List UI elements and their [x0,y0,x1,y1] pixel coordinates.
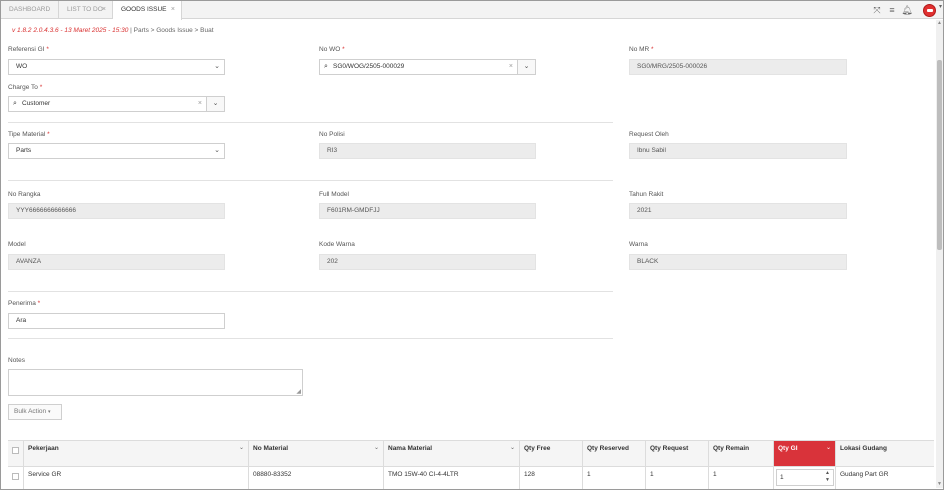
chevron-down-icon: ⌄ [214,147,220,154]
cell-qty-free: 128 [520,467,583,489]
stepper-icon[interactable]: ▲ ▼ [825,470,830,484]
close-icon[interactable]: × [198,97,202,111]
column-header-lokasi-gudang[interactable]: Lokasi Gudang [836,441,934,467]
model-field: AVANZA [8,254,225,270]
notes-textarea[interactable]: ◢ [8,369,303,396]
menu-icon[interactable]: ≡ [886,2,898,18]
divider [8,338,613,339]
breadcrumb: v 1.8.2 2.0.4.3.6 - 13 Maret 2025 - 15:3… [12,27,214,34]
charge-to-dropdown-button[interactable]: ⌄ [206,96,225,112]
search-icon: ⌕ [13,100,17,107]
tipe-material-select[interactable]: Parts ⌄ [8,143,225,159]
full-model-label: Full Model [319,191,349,198]
close-icon[interactable]: × [509,60,513,74]
no-rangka-field: YYY6666666666666 [8,203,225,219]
cell-qty-reserved: 1 [583,467,646,489]
cell-nama-material: TMO 15W-40 CI-4-4LTR [384,467,520,489]
vertical-scrollbar[interactable]: ▲ ▼ [936,20,943,488]
row-select-cell[interactable] [8,467,24,489]
kode-warna-field: 202 [319,254,536,270]
divider [8,122,613,123]
cell-qty-remain: 1 [709,467,774,489]
chevron-down-icon[interactable]: ⌄ [510,444,515,451]
no-rangka-label: No Rangka [8,191,41,198]
tab-dashboard[interactable]: DASHBOARD [1,1,59,19]
model-label: Model [8,241,26,248]
cell-no-material: 08880-83352 [249,467,384,489]
no-wo-label: No WO * [319,46,345,53]
request-oleh-field: Ibnu Sabil [629,143,847,159]
close-icon[interactable]: × [102,1,106,19]
charge-to-label: Charge To * [8,84,43,91]
full-model-field: F601RM-GMDFJJ [319,203,536,219]
column-header-pekerjaan[interactable]: Pekerjaan ⌄ [24,441,249,467]
checkbox[interactable] [12,473,19,480]
column-header-qty-request[interactable]: Qty Request [646,441,709,467]
no-mr-field: SG0/MRG/2505-000026 [629,59,847,75]
charge-to-select[interactable]: ⌕ Customer × [8,96,207,112]
chevron-down-icon: ⌄ [212,100,219,107]
breadcrumb-path: | Parts > Goods Issue > Buat [130,27,214,34]
select-all-header[interactable] [8,441,24,467]
chevron-down-icon[interactable]: ▾ [939,3,942,10]
chevron-down-icon[interactable]: ⌄ [239,444,244,451]
qty-gi-input[interactable]: 1 ▲ ▼ [776,469,834,486]
chevron-down-icon: ⌄ [214,63,220,70]
scroll-up-icon[interactable]: ▲ [936,20,943,27]
cell-pekerjaan: Service GR [24,467,249,489]
tahun-rakit-label: Tahun Rakit [629,191,664,198]
user-avatar-icon[interactable] [923,4,936,17]
tab-dashboard-label: DASHBOARD [9,6,51,13]
chevron-down-icon: ⌄ [523,63,530,70]
request-oleh-label: Request Oleh [629,131,669,138]
tab-goods-issue[interactable]: GOODS ISSUE × [113,1,182,20]
scrollbar-thumb[interactable] [937,60,942,250]
tab-list-to-do-label: LIST TO DO [67,6,103,13]
penerima-input[interactable]: Ara [8,313,225,329]
no-polisi-field: RI3 [319,143,536,159]
chevron-down-icon[interactable]: ⌄ [826,444,831,451]
resize-grip-icon[interactable]: ◢ [296,388,301,395]
no-mr-label: No MR * [629,46,654,53]
close-icon[interactable]: × [171,1,175,19]
cell-qty-gi: 1 ▲ ▼ [774,467,836,489]
column-header-no-material[interactable]: No Material ⌄ [249,441,384,467]
search-icon: ⌕ [324,63,328,70]
notes-label: Notes [8,357,25,364]
column-header-nama-material[interactable]: Nama Material ⌄ [384,441,520,467]
kode-warna-label: Kode Warna [319,241,355,248]
referensi-gi-label: Referensi GI * [8,46,49,53]
tahun-rakit-field: 2021 [629,203,847,219]
version-text: v 1.8.2 2.0.4.3.6 - 13 Maret 2025 - 15:3… [12,27,129,34]
bulk-action-button[interactable]: Bulk Action ▾ [8,404,62,420]
tipe-material-label: Tipe Material * [8,131,50,138]
referensi-gi-select[interactable]: WO ⌄ [8,59,225,75]
caret-down-icon: ▾ [47,409,51,415]
column-header-qty-reserved[interactable]: Qty Reserved [583,441,646,467]
column-header-qty-gi[interactable]: Qty GI ⌄ [774,441,836,467]
divider [8,291,613,292]
tab-list-to-do[interactable]: LIST TO DO × [59,1,113,19]
warna-label: Warna [629,241,648,248]
tab-bar: DASHBOARD LIST TO DO × GOODS ISSUE × ⤧ ≡ 🔔… [1,1,943,20]
penerima-label: Penerima * [8,300,41,307]
fullscreen-icon[interactable]: ⤧ [871,2,883,18]
no-wo-select[interactable]: ⌕ SG0/WOG/2505-000029 × [319,59,518,75]
divider [8,180,613,181]
warna-field: BLACK [629,254,847,270]
cell-qty-request: 1 [646,467,709,489]
cell-lokasi-gudang: Gudang Part GR [840,471,889,478]
no-wo-dropdown-button[interactable]: ⌄ [517,59,536,75]
column-header-qty-free[interactable]: Qty Free [520,441,583,467]
materials-table: Pekerjaan ⌄ No Material ⌄ Nama Material ⌄ Q… [8,440,934,489]
chevron-down-icon[interactable]: ⌄ [374,444,379,451]
column-header-qty-remain[interactable]: Qty Remain [709,441,774,467]
bell-icon[interactable]: 🔔︎ [901,2,913,18]
tab-goods-issue-label: GOODS ISSUE [121,6,167,13]
checkbox[interactable] [12,447,19,454]
no-polisi-label: No Polisi [319,131,345,138]
scroll-down-icon[interactable]: ▼ [936,481,943,488]
